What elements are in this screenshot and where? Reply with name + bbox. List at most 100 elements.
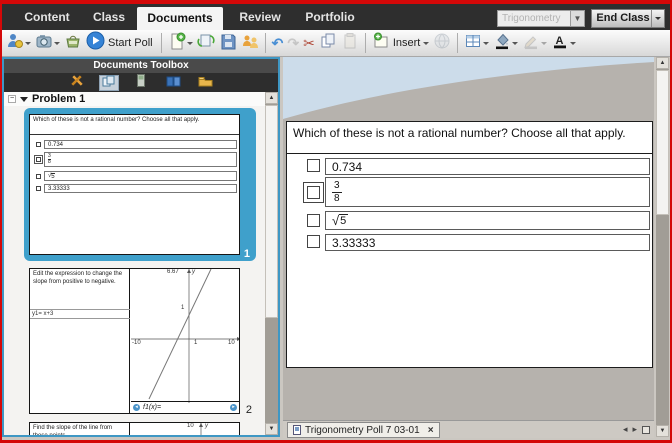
tab-documents[interactable]: Documents — [137, 7, 223, 30]
document-tab[interactable]: Trigonometry Poll 7 03-01 × — [287, 422, 440, 438]
paste-icon — [341, 32, 359, 55]
mini-function-bar: ◂ f1(x)= ▸ — [131, 401, 239, 413]
scroll-up-icon[interactable]: ▲ — [265, 92, 278, 104]
fill-color-dropdown-icon[interactable] — [512, 42, 518, 48]
mini-checkbox-focused — [36, 157, 41, 162]
folder-icon — [198, 74, 213, 92]
end-class-button[interactable]: End Class — [591, 9, 665, 28]
tick-label: 1 — [181, 305, 184, 311]
text-color-icon: A — [551, 32, 569, 55]
close-icon[interactable]: × — [428, 425, 434, 436]
tab-content[interactable]: Content — [14, 4, 80, 30]
save-button[interactable] — [217, 31, 239, 55]
tab-review[interactable]: Review — [234, 4, 286, 30]
add-student-button[interactable] — [4, 31, 33, 55]
tab-utilities[interactable] — [163, 75, 183, 91]
answer-checkbox-3[interactable] — [307, 214, 320, 227]
undo-button[interactable]: ↶ — [270, 31, 286, 55]
scrollbar-thumb[interactable] — [265, 105, 278, 318]
line-color-dropdown-icon[interactable] — [541, 42, 547, 48]
fill-color-button[interactable] — [491, 31, 520, 55]
chevron-down-icon[interactable]: ▼ — [570, 11, 584, 26]
insert-button[interactable]: Insert — [370, 31, 432, 55]
mini-expression-input: y1= x+3 — [30, 309, 130, 319]
left-panel-scrollbar[interactable]: ▲ ▼ — [265, 92, 278, 435]
variables-button[interactable] — [431, 31, 453, 55]
screen-capture-button[interactable] — [33, 31, 62, 55]
table-dropdown-icon[interactable] — [483, 42, 489, 48]
scroll-down-icon[interactable]: ▼ — [265, 423, 278, 435]
send-to-class-button[interactable] — [62, 31, 84, 55]
send-document-button[interactable] — [195, 31, 217, 55]
redo-button[interactable]: ↷ — [285, 31, 301, 55]
page-number: 2 — [246, 404, 252, 416]
new-document-icon — [168, 32, 186, 55]
copy-button[interactable] — [317, 31, 339, 55]
new-document-button[interactable] — [166, 31, 195, 55]
mini-answer-row: 38 — [36, 152, 237, 167]
new-document-dropdown-icon[interactable] — [187, 42, 193, 48]
answer-box-4[interactable]: 3.33333 — [325, 234, 650, 251]
tab-page-sorter[interactable] — [99, 75, 119, 91]
app-window: Content Class Documents Review Portfolio… — [0, 0, 672, 443]
question-prompt[interactable]: Which of these is not a rational number?… — [287, 122, 652, 154]
answer-checkbox-2-focus-ring — [303, 182, 324, 203]
line-color-button[interactable] — [520, 31, 549, 55]
mini-answer: 0.734 — [44, 140, 237, 149]
cut-button[interactable]: ✂ — [301, 31, 317, 55]
class-select[interactable]: Trigonometry ▼ — [497, 10, 585, 27]
mini-checkbox — [36, 186, 41, 191]
scroll-up-icon[interactable]: ▲ — [656, 57, 669, 69]
transfer-tool-button[interactable] — [239, 31, 261, 55]
end-class-dropdown-icon[interactable] — [651, 10, 664, 27]
mini-prompt: Edit the expression to change the slope … — [30, 269, 130, 413]
tab-portfolio[interactable]: Portfolio — [300, 4, 360, 30]
start-poll-button[interactable]: Start Poll — [84, 31, 157, 55]
toolbox-title: Documents Toolbox — [4, 59, 278, 73]
answer-checkbox-4[interactable] — [307, 235, 320, 248]
next-function-icon: ▸ — [230, 404, 237, 411]
table-button[interactable] — [462, 31, 491, 55]
answer-checkbox-1[interactable] — [307, 159, 320, 172]
text-color-button[interactable]: A — [549, 31, 578, 55]
answer-box-1[interactable]: 0.734 — [325, 158, 650, 175]
problem-tree-row[interactable]: − Problem 1 — [4, 92, 278, 106]
add-student-dropdown-icon[interactable] — [25, 42, 31, 48]
end-class-label: End Class — [596, 10, 649, 27]
paste-button[interactable] — [339, 31, 361, 55]
y-axis-label: y — [205, 423, 208, 429]
tab-document-tools[interactable] — [67, 75, 87, 91]
documents-toolbox-panel: Documents Toolbox − Problem 1 Which of t… — [2, 57, 280, 437]
answer-box-2[interactable]: 3 8 — [325, 177, 650, 207]
scrollbar-thumb[interactable] — [656, 70, 669, 215]
answer-box-3[interactable]: √5 — [325, 211, 650, 230]
tree-collapse-icon[interactable]: − — [8, 95, 16, 103]
text-color-dropdown-icon[interactable] — [570, 42, 576, 48]
tab-class[interactable]: Class — [86, 4, 132, 30]
page-thumbnail-2[interactable]: Edit the expression to change the slope … — [24, 266, 256, 416]
page-thumbnail-3[interactable]: Find the slope of the line from these po… — [24, 420, 256, 435]
add-student-icon — [6, 32, 24, 55]
svg-text:A: A — [556, 35, 564, 47]
save-icon — [219, 32, 237, 55]
tab-list-icon[interactable] — [642, 426, 650, 434]
cut-icon: ✂ — [303, 34, 315, 52]
screen-capture-dropdown-icon[interactable] — [54, 42, 60, 48]
expander-triangle-icon[interactable] — [20, 97, 28, 106]
tab-content-explorer[interactable] — [195, 75, 215, 91]
tick-label: 1 — [194, 340, 197, 346]
answer-row-2: 3 8 — [287, 177, 652, 207]
start-poll-label: Start Poll — [106, 37, 155, 49]
axis-max-label: 6.67 — [167, 269, 179, 275]
redo-icon: ↷ — [287, 34, 299, 52]
scroll-down-icon[interactable]: ▼ — [656, 425, 669, 437]
question-page: Which of these is not a rational number?… — [286, 121, 653, 368]
next-tab-icon[interactable]: ▸ — [632, 424, 637, 435]
answer-checkbox-2[interactable] — [307, 186, 320, 199]
page-thumbnail-1-selected[interactable]: Which of these is not a rational number?… — [24, 108, 256, 261]
page-2-preview: Edit the expression to change the slope … — [29, 268, 240, 414]
document-scrollbar[interactable]: ▲ ▼ — [656, 57, 669, 437]
prev-tab-icon[interactable]: ◂ — [623, 424, 628, 435]
insert-dropdown-icon[interactable] — [423, 42, 429, 48]
tab-handheld[interactable] — [131, 75, 151, 91]
